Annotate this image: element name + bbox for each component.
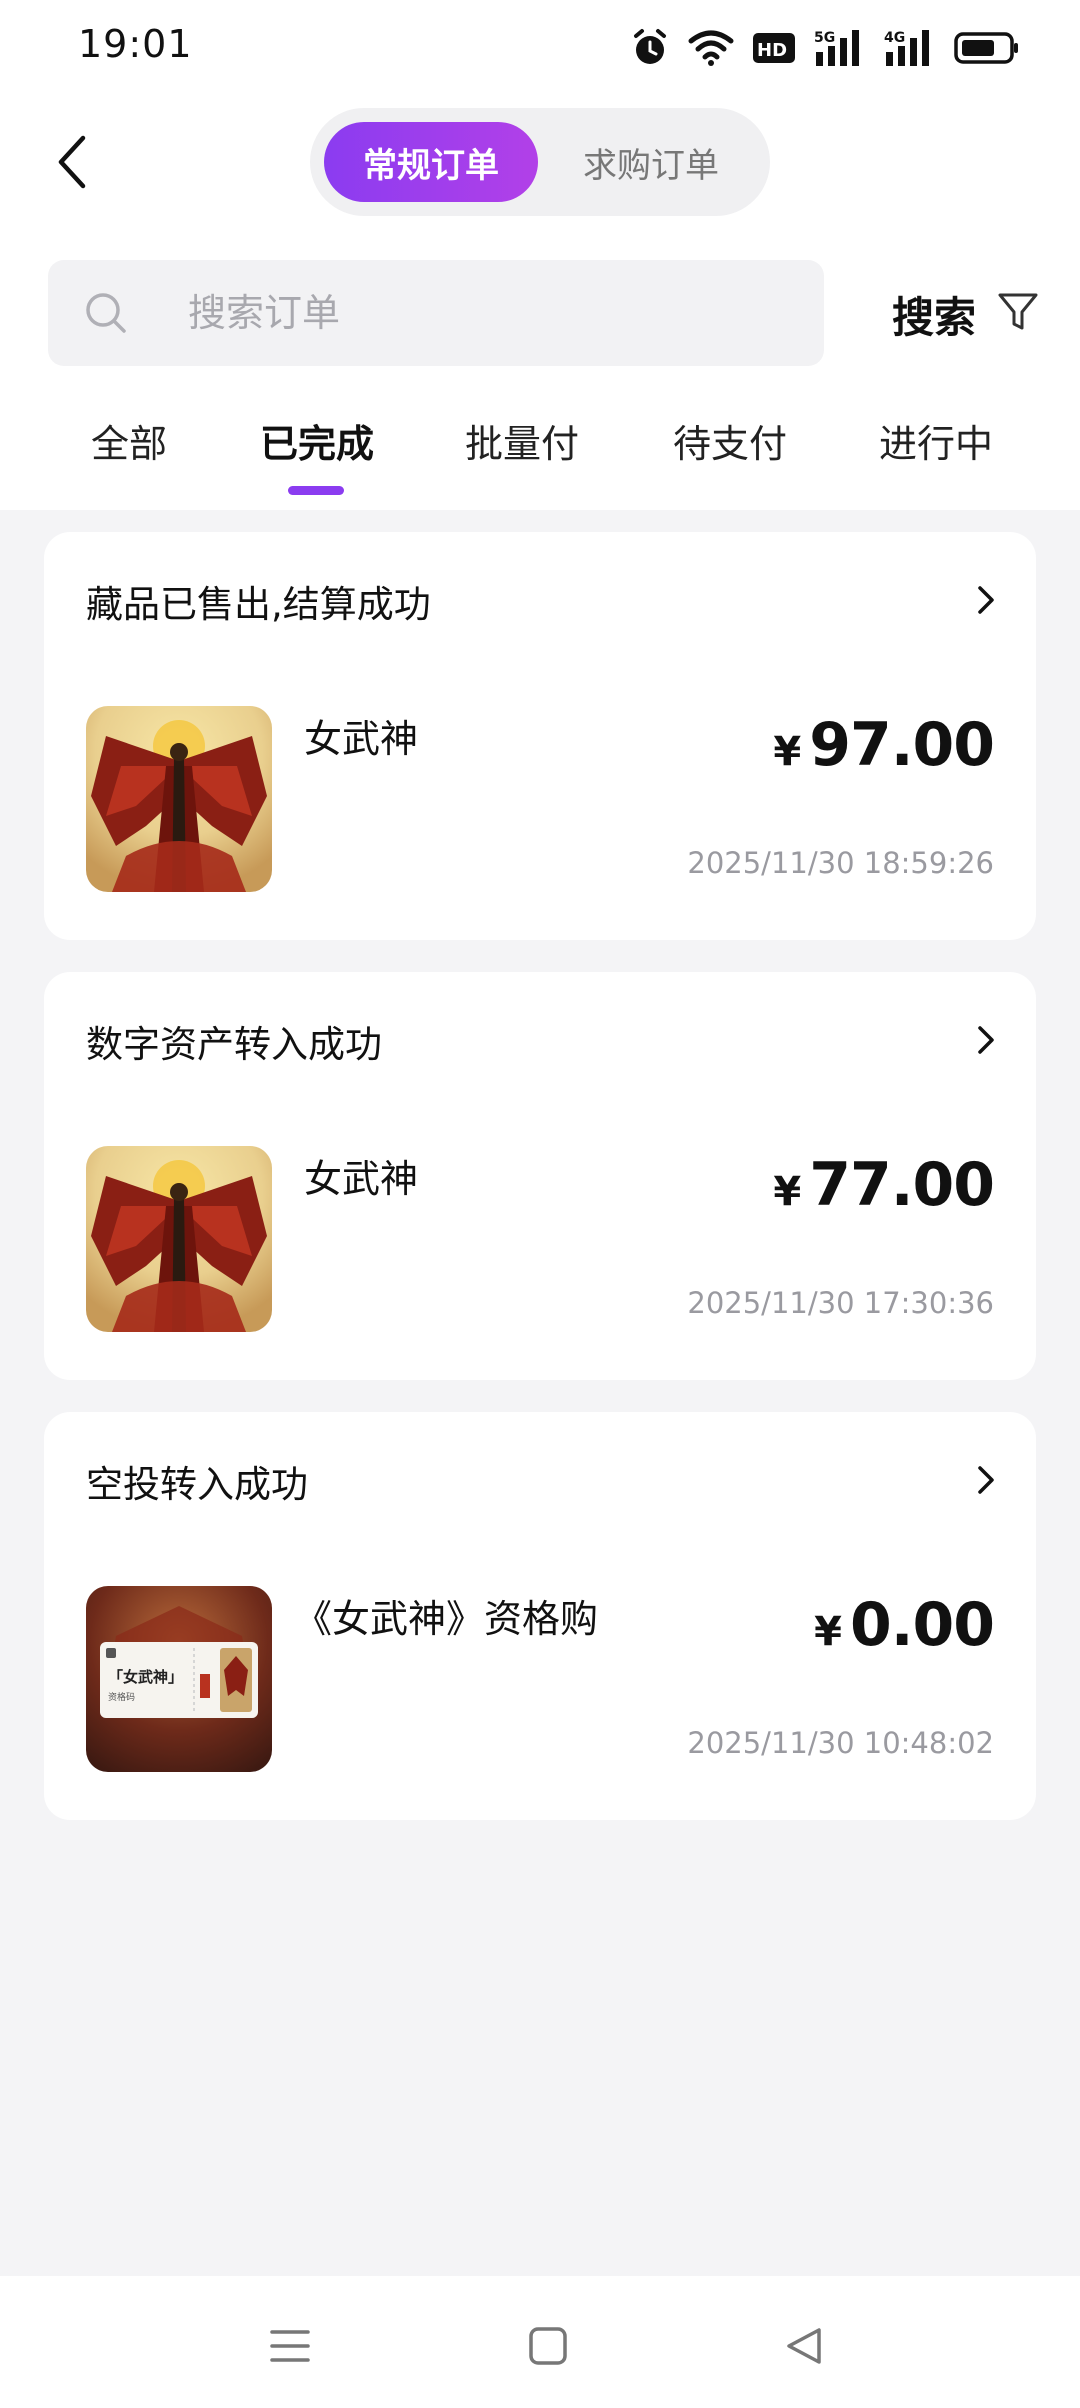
chevron-right-icon: [976, 584, 996, 620]
segment-regular-orders[interactable]: 常规订单: [324, 122, 538, 202]
segment-purchase-request-orders[interactable]: 求购订单: [546, 122, 756, 202]
chevron-left-icon: [58, 135, 86, 189]
currency-symbol: ¥: [814, 1609, 842, 1655]
order-time: 2025/11/30 17:30:36: [687, 1286, 994, 1320]
order-time: 2025/11/30 18:59:26: [687, 846, 994, 880]
signal-4g-icon: 4G: [884, 28, 936, 68]
order-price: ¥ 97.00: [773, 710, 995, 780]
order-price: ¥ 0.00: [814, 1590, 995, 1660]
battery-icon: [954, 31, 1020, 65]
status-bar: 19:01 HD 5G 4G: [0, 0, 1080, 96]
order-price: ¥ 77.00: [773, 1150, 995, 1220]
tab-batch-pay[interactable]: 批量付: [452, 408, 592, 472]
tab-completed[interactable]: 已完成: [250, 408, 384, 472]
status-icons: HD 5G 4G: [630, 26, 1020, 70]
ticket-thumbnail: 「女武神」 资格码: [86, 1586, 272, 1772]
search-icon: [84, 291, 128, 339]
ticket-subtitle: 资格码: [108, 1691, 135, 1703]
order-card[interactable]: 藏品已售出,结算成功 女武神 ¥ 97.00 2025/11/30 18:59:…: [44, 532, 1036, 940]
search-box[interactable]: [48, 260, 824, 366]
system-navigation-bar: [0, 2276, 1080, 2408]
hd-label: HD: [757, 40, 787, 61]
hd-icon: HD: [752, 31, 796, 65]
nft-thumbnail: [86, 1146, 272, 1332]
filter-icon: [998, 293, 1038, 330]
order-status: 藏品已售出,结算成功: [86, 583, 431, 626]
order-card[interactable]: 数字资产转入成功 女武神 ¥ 77.00 2025/11/30 17:30:36: [44, 972, 1036, 1380]
home-square-icon: [529, 2327, 567, 2365]
menu-button[interactable]: [260, 2316, 320, 2376]
chevron-right-icon: [976, 1464, 996, 1500]
search-input[interactable]: [188, 260, 788, 366]
order-card[interactable]: 空投转入成功 「女武神」 资格码 《女武神》资格购 ¥ 0.00 2025/11…: [44, 1412, 1036, 1820]
order-status: 空投转入成功: [86, 1463, 308, 1506]
back-nav-button[interactable]: [774, 2316, 834, 2376]
alarm-icon: [630, 28, 670, 68]
chevron-right-icon: [976, 1024, 996, 1060]
order-type-switch: 常规订单 求购订单: [310, 108, 770, 216]
signal-5g-label: 5G: [814, 30, 835, 46]
back-triangle-icon: [787, 2328, 821, 2364]
tab-in-progress[interactable]: 进行中: [866, 408, 1006, 472]
order-item-name: 女武神: [304, 717, 419, 761]
search-button[interactable]: 搜索: [892, 282, 976, 346]
order-time: 2025/11/30 10:48:02: [687, 1726, 994, 1760]
price-value: 0.00: [849, 1590, 995, 1660]
tab-all[interactable]: 全部: [62, 408, 196, 472]
currency-symbol: ¥: [773, 1169, 802, 1215]
ticket-title: 「女武神」: [108, 1668, 183, 1686]
currency-symbol: ¥: [773, 729, 802, 775]
tab-pending-payment[interactable]: 待支付: [660, 408, 800, 472]
filter-button[interactable]: [996, 290, 1040, 334]
home-button[interactable]: [518, 2316, 578, 2376]
nft-thumbnail: [86, 706, 272, 892]
signal-5g-icon: 5G: [814, 28, 866, 68]
order-item-name: 《女武神》资格购: [294, 1597, 599, 1641]
order-status: 数字资产转入成功: [86, 1023, 382, 1066]
status-time: 19:01: [78, 22, 193, 66]
back-button[interactable]: [44, 122, 100, 202]
price-value: 77.00: [809, 1150, 995, 1220]
price-value: 97.00: [809, 710, 995, 780]
menu-icon: [270, 2330, 310, 2362]
order-item-name: 女武神: [304, 1157, 419, 1201]
active-tab-indicator: [288, 486, 344, 495]
signal-4g-label: 4G: [884, 30, 905, 46]
wifi-icon: [688, 29, 734, 67]
